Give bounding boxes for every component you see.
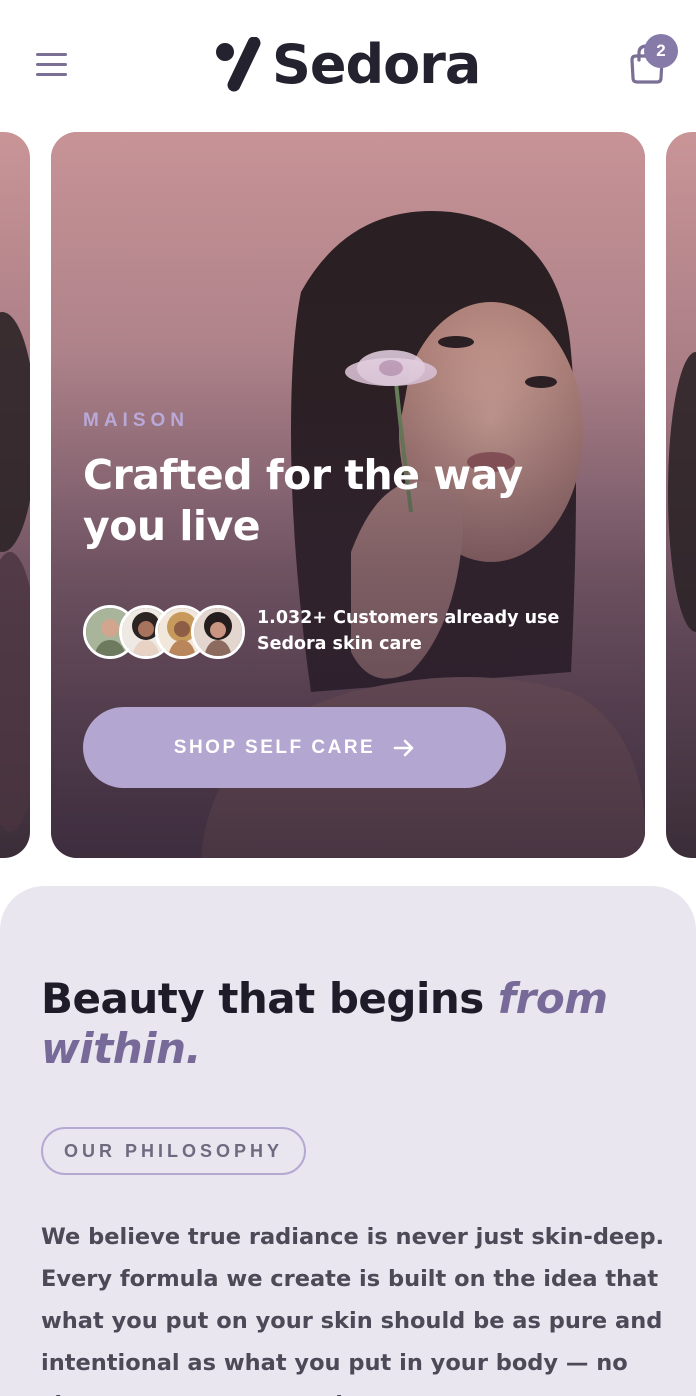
philosophy-title: Beauty that begins from within.: [41, 974, 661, 1074]
customer-avatar: [191, 605, 245, 659]
cta-label: SHOP SELF CARE: [173, 736, 376, 758]
cart-count-badge: 2: [644, 34, 678, 68]
page: Sedora 2 MAISON Crafted for the way you …: [0, 0, 696, 1396]
brand-name: Sedora: [272, 33, 481, 96]
hamburger-menu-icon[interactable]: [33, 50, 71, 80]
site-header: Sedora 2: [0, 0, 696, 132]
philosophy-tag-label: OUR PHILOSOPHY: [63, 1140, 284, 1161]
philosophy-body: We believe true radiance is never just s…: [41, 1224, 665, 1396]
customer-avatars: [83, 604, 245, 659]
arrow-right-icon: [393, 739, 414, 756]
menu-line: [36, 63, 67, 66]
logo-mark-icon: [216, 37, 261, 92]
brand-logo[interactable]: Sedora: [214, 33, 481, 96]
hero-title: Crafted for the way you live: [83, 451, 523, 550]
title-main: Beauty that begins: [41, 974, 498, 1023]
shop-self-care-button[interactable]: SHOP SELF CARE: [83, 707, 506, 788]
philosophy-section: Beauty that begins from within. OUR PHIL…: [0, 886, 696, 1396]
menu-line: [36, 53, 67, 56]
hero-carousel[interactable]: MAISON Crafted for the way you live 1.03…: [0, 132, 696, 858]
next-slide-photo: [668, 352, 696, 632]
hero-eyebrow: MAISON: [83, 410, 189, 431]
customer-social-proof: 1.032+ Customers already use Sedora skin…: [83, 604, 577, 659]
previous-slide[interactable]: [0, 132, 30, 858]
shopping-bag-icon[interactable]: 2: [624, 34, 680, 90]
menu-line: [36, 73, 67, 76]
next-slide[interactable]: [666, 132, 696, 858]
customer-count-text: 1.032+ Customers already use Sedora skin…: [257, 608, 560, 654]
hero-slide: MAISON Crafted for the way you live 1.03…: [51, 132, 645, 858]
philosophy-tag: OUR PHILOSOPHY: [41, 1127, 306, 1175]
previous-slide-photo: [0, 312, 30, 832]
